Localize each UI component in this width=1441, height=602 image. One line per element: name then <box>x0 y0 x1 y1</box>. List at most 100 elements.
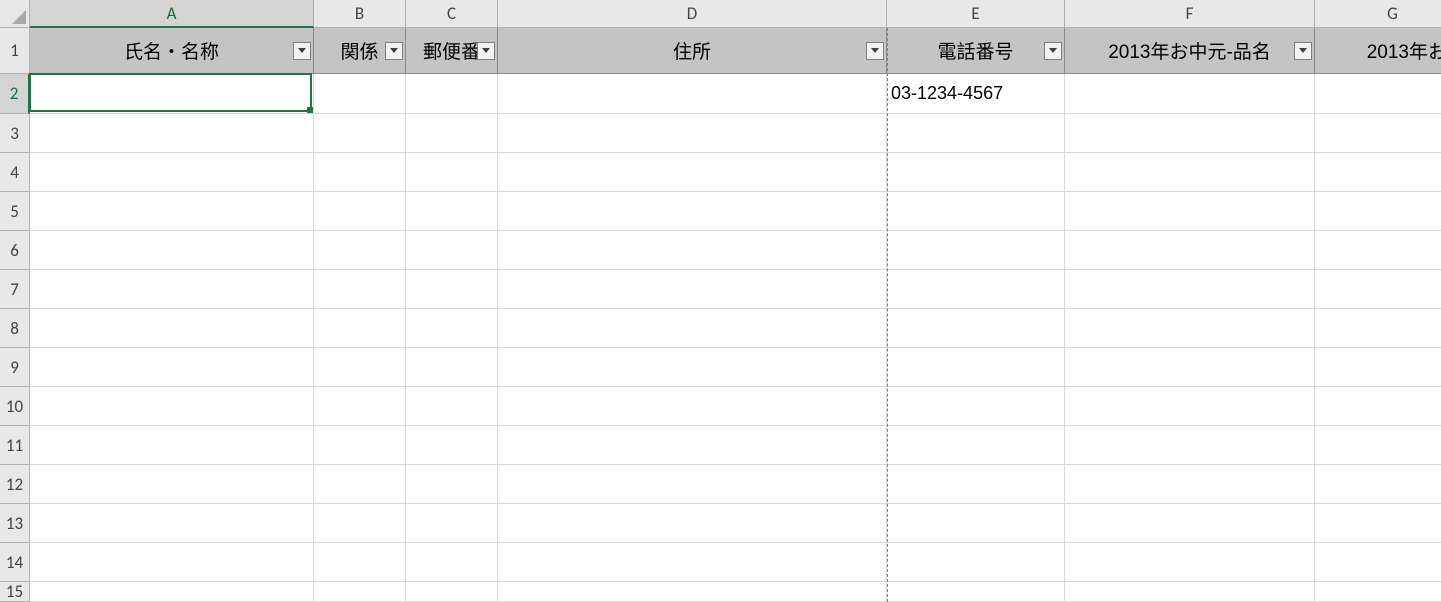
cell-D6[interactable] <box>498 231 887 270</box>
cell-A1[interactable]: 氏名・名称 <box>30 28 314 74</box>
cell-G4[interactable] <box>1315 153 1441 192</box>
row-header-1[interactable]: 1 <box>0 28 30 74</box>
cell-D15[interactable] <box>498 582 887 602</box>
cell-A12[interactable] <box>30 465 314 504</box>
cell-B11[interactable] <box>314 426 406 465</box>
cell-F13[interactable] <box>1065 504 1315 543</box>
cell-E14[interactable] <box>887 543 1065 582</box>
cell-E11[interactable] <box>887 426 1065 465</box>
cell-G11[interactable] <box>1315 426 1441 465</box>
filter-button[interactable] <box>1294 42 1312 60</box>
cell-E3[interactable] <box>887 114 1065 153</box>
cell-E10[interactable] <box>887 387 1065 426</box>
cell-F2[interactable] <box>1065 74 1315 114</box>
column-header-B[interactable]: B <box>314 0 406 28</box>
cell-F7[interactable] <box>1065 270 1315 309</box>
cell-E6[interactable] <box>887 231 1065 270</box>
cell-F4[interactable] <box>1065 153 1315 192</box>
row-header-13[interactable]: 13 <box>0 504 30 543</box>
cell-G1[interactable]: 2013年お中 <box>1315 28 1441 74</box>
cell-F8[interactable] <box>1065 309 1315 348</box>
cell-D1[interactable]: 住所 <box>498 28 887 74</box>
cell-E12[interactable] <box>887 465 1065 504</box>
row-header-9[interactable]: 9 <box>0 348 30 387</box>
cell-E13[interactable] <box>887 504 1065 543</box>
select-all-corner[interactable] <box>0 0 30 28</box>
cell-E7[interactable] <box>887 270 1065 309</box>
cell-A13[interactable] <box>30 504 314 543</box>
cell-A8[interactable] <box>30 309 314 348</box>
cell-C7[interactable] <box>406 270 498 309</box>
cell-E1[interactable]: 電話番号 <box>887 28 1065 74</box>
cell-C3[interactable] <box>406 114 498 153</box>
cell-C2[interactable] <box>406 74 498 114</box>
filter-button[interactable] <box>293 42 311 60</box>
filter-button[interactable] <box>477 42 495 60</box>
cell-B1[interactable]: 関係 <box>314 28 406 74</box>
row-header-7[interactable]: 7 <box>0 270 30 309</box>
cell-F5[interactable] <box>1065 192 1315 231</box>
cell-A2[interactable] <box>30 74 314 114</box>
cell-C5[interactable] <box>406 192 498 231</box>
cell-C14[interactable] <box>406 543 498 582</box>
cell-A4[interactable] <box>30 153 314 192</box>
cell-B12[interactable] <box>314 465 406 504</box>
cell-C1[interactable]: 郵便番 <box>406 28 498 74</box>
cell-B8[interactable] <box>314 309 406 348</box>
cell-A11[interactable] <box>30 426 314 465</box>
column-header-E[interactable]: E <box>887 0 1065 28</box>
cell-G9[interactable] <box>1315 348 1441 387</box>
cell-A6[interactable] <box>30 231 314 270</box>
cell-D12[interactable] <box>498 465 887 504</box>
cell-B3[interactable] <box>314 114 406 153</box>
cell-D2[interactable] <box>498 74 887 114</box>
cell-G3[interactable] <box>1315 114 1441 153</box>
cell-C8[interactable] <box>406 309 498 348</box>
cell-B7[interactable] <box>314 270 406 309</box>
cell-B10[interactable] <box>314 387 406 426</box>
cell-B13[interactable] <box>314 504 406 543</box>
cell-B6[interactable] <box>314 231 406 270</box>
cell-E5[interactable] <box>887 192 1065 231</box>
cell-B14[interactable] <box>314 543 406 582</box>
cell-A15[interactable] <box>30 582 314 602</box>
cell-D3[interactable] <box>498 114 887 153</box>
cell-D11[interactable] <box>498 426 887 465</box>
row-header-8[interactable]: 8 <box>0 309 30 348</box>
cell-E9[interactable] <box>887 348 1065 387</box>
cell-F14[interactable] <box>1065 543 1315 582</box>
cell-D8[interactable] <box>498 309 887 348</box>
cell-A7[interactable] <box>30 270 314 309</box>
row-header-3[interactable]: 3 <box>0 114 30 153</box>
cell-B4[interactable] <box>314 153 406 192</box>
cell-B5[interactable] <box>314 192 406 231</box>
row-header-14[interactable]: 14 <box>0 543 30 582</box>
cell-G5[interactable] <box>1315 192 1441 231</box>
cell-E4[interactable] <box>887 153 1065 192</box>
cell-G7[interactable] <box>1315 270 1441 309</box>
cell-G2[interactable] <box>1315 74 1441 114</box>
cell-B9[interactable] <box>314 348 406 387</box>
cell-F10[interactable] <box>1065 387 1315 426</box>
cell-F6[interactable] <box>1065 231 1315 270</box>
column-header-D[interactable]: D <box>498 0 887 28</box>
column-header-C[interactable]: C <box>406 0 498 28</box>
cell-A5[interactable] <box>30 192 314 231</box>
cell-F15[interactable] <box>1065 582 1315 602</box>
cell-G14[interactable] <box>1315 543 1441 582</box>
cell-G10[interactable] <box>1315 387 1441 426</box>
cell-E8[interactable] <box>887 309 1065 348</box>
filter-button[interactable] <box>1044 42 1062 60</box>
row-header-12[interactable]: 12 <box>0 465 30 504</box>
cell-D14[interactable] <box>498 543 887 582</box>
cell-D13[interactable] <box>498 504 887 543</box>
row-header-10[interactable]: 10 <box>0 387 30 426</box>
cell-G8[interactable] <box>1315 309 1441 348</box>
cell-D5[interactable] <box>498 192 887 231</box>
cell-A14[interactable] <box>30 543 314 582</box>
column-header-F[interactable]: F <box>1065 0 1315 28</box>
cell-A9[interactable] <box>30 348 314 387</box>
cell-B15[interactable] <box>314 582 406 602</box>
row-header-11[interactable]: 11 <box>0 426 30 465</box>
cell-F11[interactable] <box>1065 426 1315 465</box>
